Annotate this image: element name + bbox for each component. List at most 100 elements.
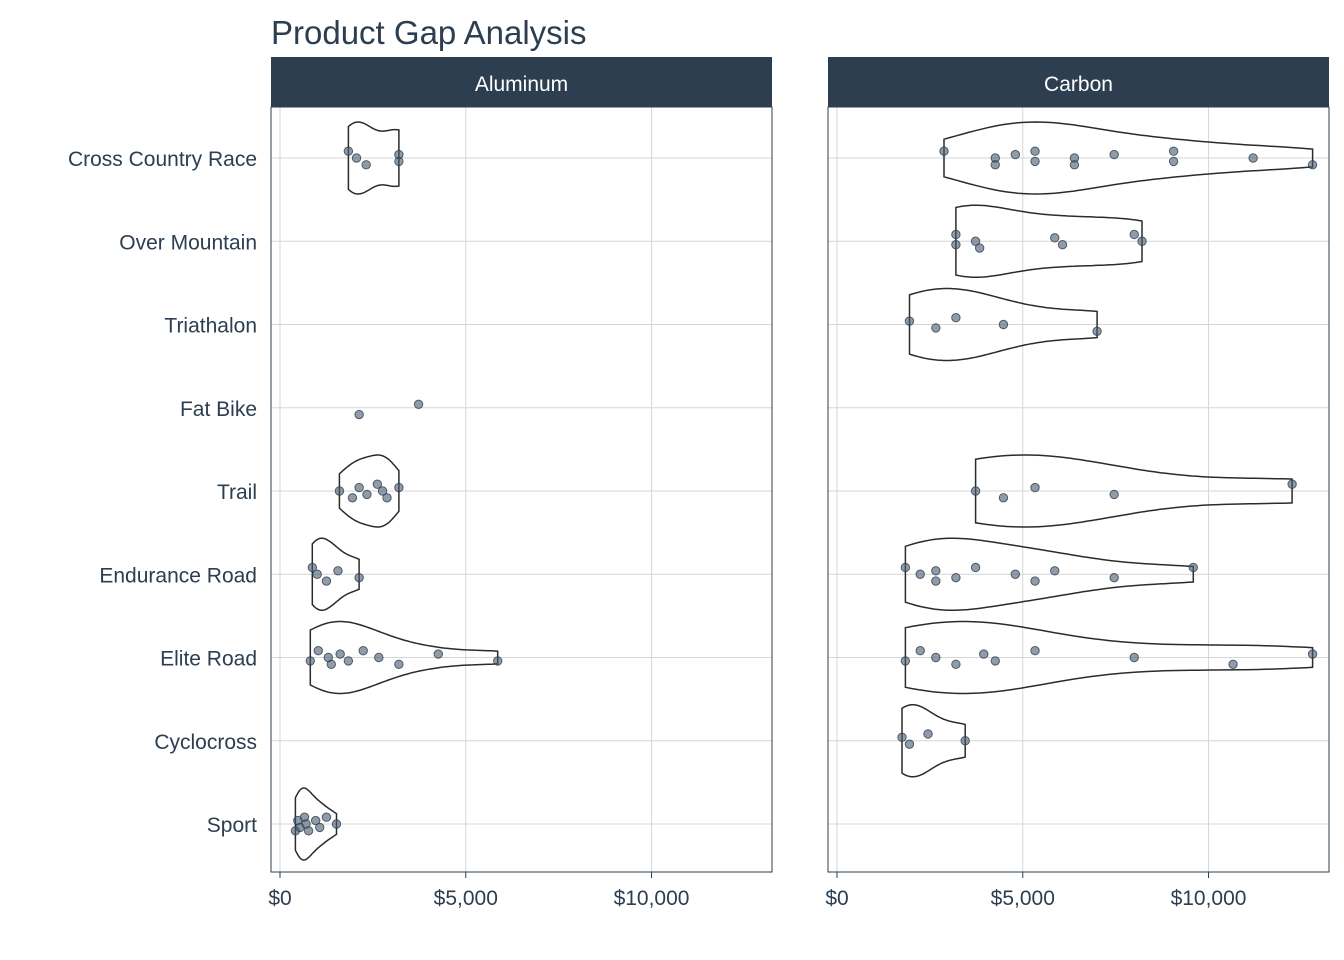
data-point <box>990 656 1000 666</box>
data-point <box>998 319 1009 330</box>
category-label-elite-road: Elite Road <box>160 648 257 671</box>
panel-carbon: Carbon $0 $5,000 $10,000 <box>825 57 1330 910</box>
data-point <box>361 160 371 170</box>
data-point <box>970 486 981 496</box>
data-point <box>931 652 941 663</box>
x-tick-label: $0 <box>268 887 291 910</box>
chart-title: Product Gap Analysis <box>271 14 587 51</box>
data-point <box>1050 566 1060 576</box>
data-point <box>915 646 925 656</box>
facet-label-aluminum: Aluminum <box>475 73 568 96</box>
data-point <box>315 822 325 833</box>
data-point <box>931 566 941 576</box>
category-label-cross-country-race: Cross Country Race <box>68 148 257 171</box>
data-point <box>951 313 961 323</box>
panels: Aluminum $0 $5,000 $10,000 Carbon $0 $5,000 $10… <box>268 57 1330 910</box>
data-point <box>374 652 384 663</box>
category-label-over-mountain: Over Mountain <box>119 231 257 254</box>
category-axis: Cross Country Race Over Mountain Triathalo… <box>68 148 257 837</box>
data-point <box>1129 652 1139 663</box>
data-point <box>354 482 364 493</box>
data-point <box>960 736 970 746</box>
data-point <box>1137 236 1147 246</box>
data-point <box>1010 149 1021 160</box>
data-point <box>1287 479 1297 489</box>
data-point <box>413 399 424 410</box>
data-point <box>951 659 961 669</box>
data-point <box>897 732 907 743</box>
data-point <box>900 656 911 666</box>
data-point <box>1248 153 1258 163</box>
data-point <box>394 659 404 669</box>
data-point <box>1168 146 1179 156</box>
data-point <box>331 819 342 829</box>
data-point <box>305 656 315 666</box>
data-point <box>362 489 372 500</box>
category-label-cyclocross: Cyclocross <box>154 731 257 754</box>
data-point <box>335 649 345 659</box>
data-point <box>990 160 1000 170</box>
data-point <box>979 649 989 659</box>
data-point <box>1030 482 1040 493</box>
category-label-sport: Sport <box>207 814 257 837</box>
data-point <box>1092 326 1102 336</box>
series-fat-bike <box>354 399 424 420</box>
data-point <box>1109 489 1119 500</box>
data-point <box>904 739 915 749</box>
x-tick-label: $10,000 <box>1171 887 1247 910</box>
data-point <box>333 566 343 576</box>
series-sport <box>290 787 342 861</box>
x-tick-label: $0 <box>825 887 848 910</box>
data-point <box>1050 233 1060 243</box>
gridlines <box>828 107 1329 872</box>
data-point <box>1307 649 1318 659</box>
category-label-trail: Trail <box>217 481 257 504</box>
data-point <box>1129 229 1139 240</box>
data-point <box>394 482 404 493</box>
data-point <box>326 659 336 669</box>
data-point <box>1010 569 1021 579</box>
data-point <box>321 812 332 822</box>
data-point <box>382 493 392 503</box>
data-point <box>1109 572 1119 583</box>
data-point <box>493 656 503 666</box>
data-point <box>923 729 933 739</box>
data-point <box>303 826 314 836</box>
gridlines <box>271 107 772 872</box>
data-point <box>351 153 362 163</box>
category-label-triathalon: Triathalon <box>164 315 257 338</box>
data-point <box>970 562 981 573</box>
x-tick-label: $5,000 <box>991 887 1055 910</box>
data-point <box>1307 160 1318 170</box>
panel-aluminum: Aluminum $0 $5,000 $10,000 <box>268 57 773 910</box>
data-point <box>1228 659 1238 669</box>
data-point <box>915 569 925 579</box>
data-point <box>931 323 941 333</box>
data-point <box>951 572 961 583</box>
data-point <box>951 229 961 240</box>
data-point <box>1030 646 1040 656</box>
data-point <box>939 146 949 156</box>
data-point <box>313 646 323 656</box>
data-point <box>354 409 364 420</box>
data-point <box>1030 156 1040 167</box>
category-label-endurance-road: Endurance Road <box>99 564 257 587</box>
data-point <box>951 239 961 250</box>
data-point <box>1109 149 1119 160</box>
data-point <box>931 576 941 586</box>
data-point <box>1030 146 1040 156</box>
data-point <box>343 146 354 156</box>
data-point <box>358 646 368 656</box>
panel-border <box>270 106 773 873</box>
data-point <box>334 486 345 496</box>
data-point <box>900 562 911 573</box>
data-point <box>1168 156 1179 167</box>
facet-label-carbon: Carbon <box>1044 73 1113 96</box>
data-point <box>1057 239 1068 250</box>
data-point <box>433 649 443 659</box>
data-point <box>394 156 404 167</box>
data-point <box>321 576 332 586</box>
data-point <box>998 493 1009 503</box>
category-label-fat-bike: Fat Bike <box>180 398 257 421</box>
data-point <box>347 493 358 503</box>
